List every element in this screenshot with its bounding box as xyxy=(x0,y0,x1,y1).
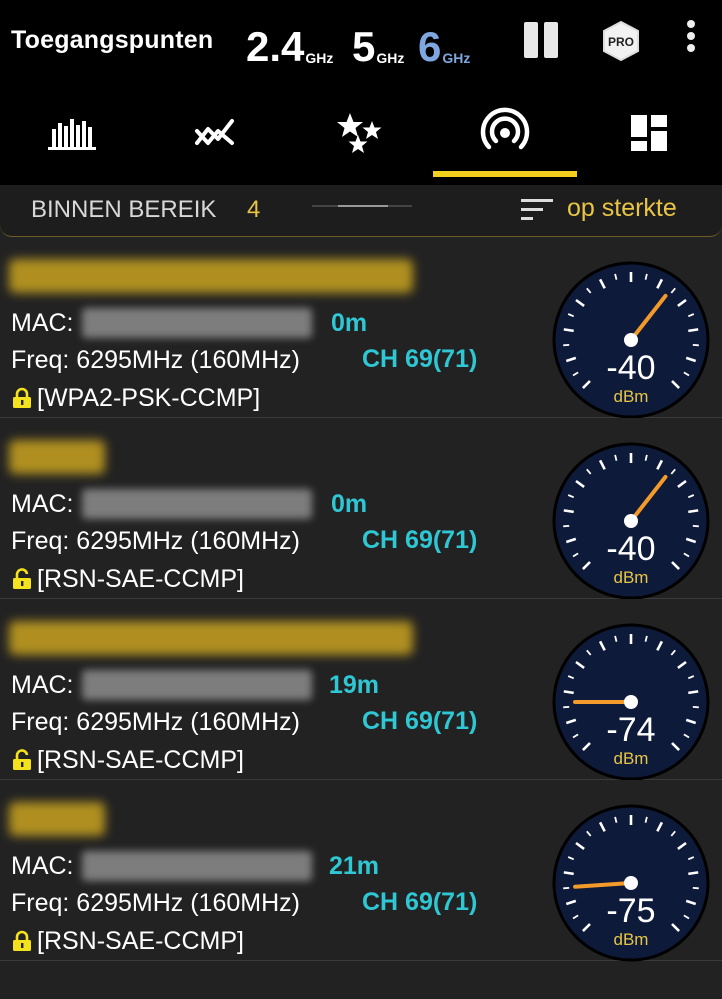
ssid-redacted xyxy=(9,259,413,293)
mac-label: MAC: xyxy=(11,852,74,880)
security-value: [RSN-SAE-CCMP] xyxy=(37,746,244,774)
signal-unit: dBm xyxy=(613,749,649,768)
signal-value: -74 xyxy=(606,711,656,749)
filter-bar: BINNEN BEREIK 4 op sterkte xyxy=(0,185,722,237)
security-info: [RSN-SAE-CCMP] xyxy=(11,565,244,594)
bar-chart-icon xyxy=(48,119,96,150)
mac-address-redacted xyxy=(82,851,312,881)
stars-icon xyxy=(337,113,382,153)
band-unit: GHz xyxy=(376,50,405,66)
selected-tab-indicator xyxy=(433,171,577,177)
band-number: 2.4 xyxy=(246,23,305,70)
lock-icon xyxy=(13,387,31,408)
mac-address-redacted xyxy=(82,489,312,519)
frequency-value: Freq: 6295MHz (160MHz) xyxy=(11,527,300,555)
access-point-list: MAC: 0m Freq: 6295MHz (160MHz) CH 69(71) [WP… xyxy=(0,237,722,962)
security-value: [WPA2-PSK-CCMP] xyxy=(37,384,261,412)
signal-value: -40 xyxy=(606,530,656,568)
mac-label: MAC: xyxy=(11,490,74,518)
dot-icon xyxy=(687,44,695,52)
distance-value: 0m xyxy=(331,490,368,518)
tab-dashboard[interactable] xyxy=(577,100,721,166)
access-point-row[interactable]: MAC: 0m Freq: 6295MHz (160MHz) CH 69(71) [WP… xyxy=(0,237,722,419)
access-point-row[interactable]: MAC: 0m Freq: 6295MHz (160MHz) CH 69(71) [RS… xyxy=(0,418,722,600)
band-5-ghz-toggle[interactable]: 5GHz xyxy=(352,22,404,81)
tab-access-points[interactable] xyxy=(433,100,577,166)
mac-label: MAC: xyxy=(11,671,74,699)
ssid-redacted xyxy=(9,440,105,474)
mac-address-redacted xyxy=(82,670,312,700)
app-bar: Toegangspunten 2.4GHz 5GHz 6GHz PRO xyxy=(0,0,722,185)
ssid-redacted xyxy=(9,802,105,836)
security-value: [RSN-SAE-CCMP] xyxy=(37,927,244,955)
signal-unit: dBm xyxy=(613,568,649,587)
in-range-count: 4 xyxy=(247,196,261,223)
access-point-row[interactable]: MAC: 19m Freq: 6295MHz (160MHz) CH 69(71) [R… xyxy=(0,599,722,781)
unlocked-icon xyxy=(13,749,31,770)
band-2-4-ghz-toggle[interactable]: 2.4GHz xyxy=(246,22,333,81)
tab-channel-rating[interactable] xyxy=(288,100,432,166)
scroll-indicator xyxy=(312,205,412,207)
pro-badge-label: PRO xyxy=(608,35,634,49)
mac-address-redacted xyxy=(82,308,312,338)
dot-icon xyxy=(687,32,695,40)
signal-gauge-wrap: -40 dBm xyxy=(552,261,710,419)
dashboard-icon xyxy=(631,115,667,151)
signal-unit: dBm xyxy=(613,930,649,949)
band-number: 6 xyxy=(418,23,442,70)
tab-channel-graph[interactable] xyxy=(0,100,144,166)
access-point-row[interactable]: MAC: 21m Freq: 6295MHz (160MHz) CH 69(71) [R… xyxy=(0,780,722,962)
pause-icon-bar-right xyxy=(544,22,558,58)
unlocked-icon xyxy=(13,568,31,589)
wifi-signal-icon xyxy=(480,107,530,150)
signal-value: -40 xyxy=(606,349,656,387)
signal-value: -75 xyxy=(606,892,656,930)
distance-value: 21m xyxy=(329,852,380,880)
band-unit: GHz xyxy=(305,50,334,66)
signal-gauge-wrap: -74 dBm xyxy=(552,623,710,781)
security-info: [WPA2-PSK-CCMP] xyxy=(11,384,260,413)
line-graph-icon xyxy=(195,119,234,145)
lock-icon xyxy=(13,930,31,951)
signal-gauge-wrap: -40 dBm xyxy=(552,442,710,600)
tab-time-graph[interactable] xyxy=(144,100,288,166)
frequency-value: Freq: 6295MHz (160MHz) xyxy=(11,346,300,374)
security-value: [RSN-SAE-CCMP] xyxy=(37,565,244,593)
security-info: [RSN-SAE-CCMP] xyxy=(11,927,244,956)
frequency-value: Freq: 6295MHz (160MHz) xyxy=(11,708,300,736)
sort-order-button[interactable]: op sterkte xyxy=(567,194,677,223)
pause-icon-bar-left xyxy=(524,22,538,58)
dot-icon xyxy=(687,20,695,28)
signal-gauge-wrap: -75 dBm xyxy=(552,804,710,962)
channel-value: CH 69(71) xyxy=(362,888,478,916)
band-6-ghz-toggle[interactable]: 6GHz xyxy=(418,22,470,81)
security-info: [RSN-SAE-CCMP] xyxy=(11,746,244,775)
channel-value: CH 69(71) xyxy=(362,345,478,373)
pro-button[interactable]: PRO xyxy=(600,20,642,62)
overflow-menu-button[interactable] xyxy=(680,16,702,62)
band-unit: GHz xyxy=(442,50,471,66)
distance-value: 0m xyxy=(331,309,368,337)
page-title: Toegangspunten xyxy=(11,26,214,54)
ssid-redacted xyxy=(9,621,413,655)
channel-value: CH 69(71) xyxy=(362,526,478,554)
channel-value: CH 69(71) xyxy=(362,707,478,735)
frequency-value: Freq: 6295MHz (160MHz) xyxy=(11,889,300,917)
in-range-label: BINNEN BEREIK xyxy=(31,196,217,223)
signal-unit: dBm xyxy=(613,387,649,406)
distance-value: 19m xyxy=(329,671,380,699)
mac-label: MAC: xyxy=(11,309,74,337)
pause-button[interactable] xyxy=(522,22,560,58)
band-number: 5 xyxy=(352,23,376,70)
pro-badge-icon: PRO xyxy=(603,20,639,62)
sort-icon[interactable] xyxy=(521,197,553,223)
